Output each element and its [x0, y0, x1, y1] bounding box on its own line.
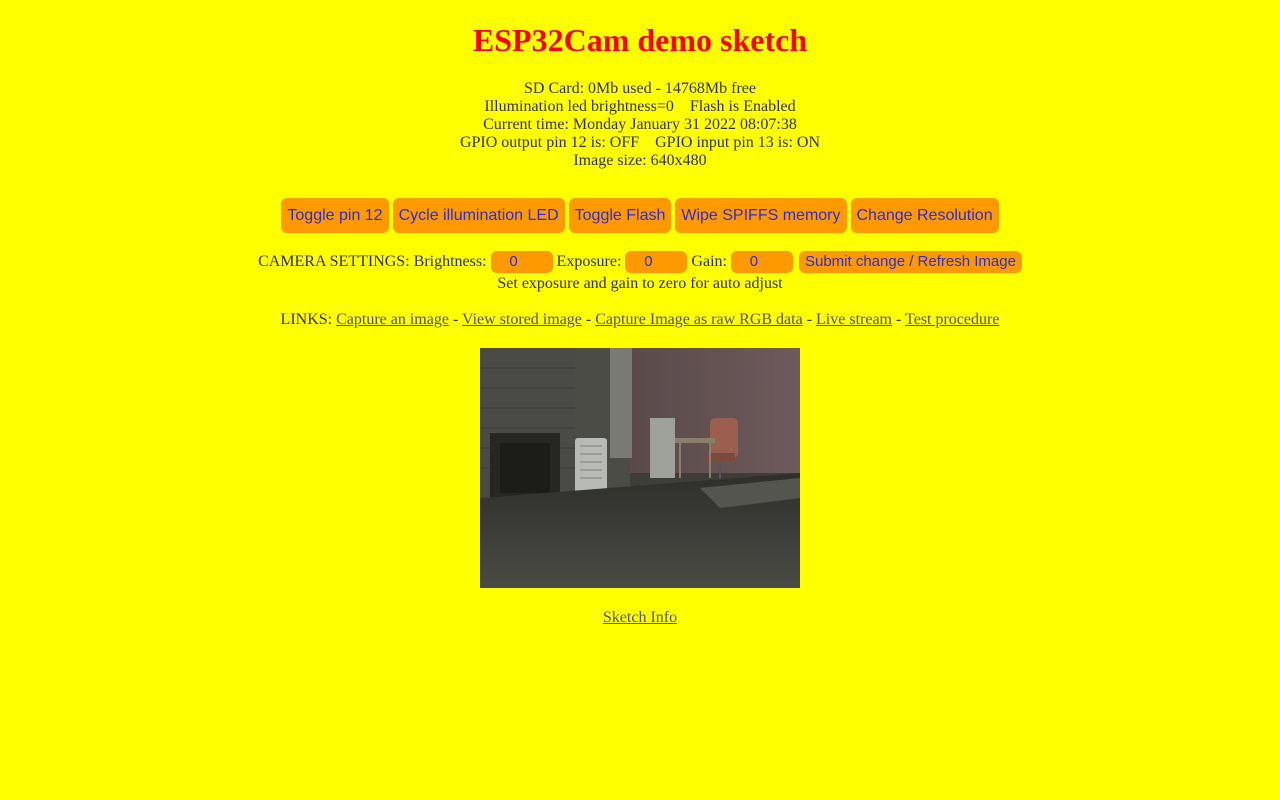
gpio-input-status: GPIO input pin 13 is: ON [655, 134, 821, 151]
image-size: Image size: 640x480 [573, 152, 707, 169]
gain-input[interactable]: 0 [730, 251, 793, 273]
camera-image [480, 348, 800, 588]
toggle-pin-button[interactable]: Toggle pin 12 [281, 198, 389, 233]
camera-settings: CAMERA SETTINGS: Brightness: 0 Exposure:… [0, 251, 1280, 273]
change-resolution-button[interactable]: Change Resolution [850, 198, 999, 233]
brightness-input[interactable]: 0 [490, 251, 553, 273]
auto-adjust-note: Set exposure and gain to zero for auto a… [497, 275, 783, 292]
wipe-spiffs-button[interactable]: Wipe SPIFFS memory [675, 198, 847, 233]
live-stream-link[interactable]: Live stream [816, 311, 892, 328]
exposure-input[interactable]: 0 [625, 251, 688, 273]
current-time: Current time: Monday January 31 2022 08:… [483, 116, 797, 133]
link-separator: - [452, 311, 459, 328]
links-bar: LINKS: Capture an image - View stored im… [0, 311, 1280, 329]
camera-photo-illustration [480, 348, 800, 588]
page: ESP32Cam demo sketch SD Card: 0Mb used -… [0, 0, 1280, 800]
gpio-output-status: GPIO output pin 12 is: OFF [459, 134, 640, 151]
view-stored-image-link[interactable]: View stored image [462, 311, 582, 328]
page-title: ESP32Cam demo sketch [472, 22, 808, 58]
action-buttons: Toggle pin 12 Cycle illumination LED Tog… [0, 198, 1280, 238]
brightness-label: Brightness: [413, 253, 487, 270]
sketch-info: Sketch Info [0, 609, 1280, 627]
gpio-status: GPIO output pin 12 is: OFF GPIO input pin… [0, 134, 1280, 152]
illumination-flash-status: Illumination led brightness=0 Flash is En… [0, 98, 1280, 116]
illumination-status: Illumination led brightness=0 [484, 98, 674, 115]
capture-image-link[interactable]: Capture an image [336, 311, 449, 328]
submit-refresh-button[interactable]: Submit change / Refresh Image [798, 251, 1022, 273]
toggle-flash-button[interactable]: Toggle Flash [568, 198, 672, 233]
links-label: LINKS: [280, 311, 333, 328]
sd-card-status: SD Card: 0Mb used - 14768Mb free [524, 80, 756, 97]
sketch-info-link[interactable]: Sketch Info [603, 609, 677, 626]
flash-status: Flash is Enabled [689, 98, 796, 115]
link-separator: - [896, 311, 902, 328]
test-procedure-link[interactable]: Test procedure [905, 311, 999, 328]
camera-settings-label: CAMERA SETTINGS: [258, 253, 410, 270]
link-separator: - [585, 311, 592, 328]
capture-raw-rgb-link[interactable]: Capture Image as raw RGB data [595, 311, 802, 328]
status-block: SD Card: 0Mb used - 14768Mb free Illumin… [0, 80, 1280, 170]
gain-label: Gain: [691, 253, 727, 270]
cycle-led-button[interactable]: Cycle illumination LED [392, 198, 565, 233]
exposure-label: Exposure: [556, 253, 622, 270]
link-separator: - [806, 311, 813, 328]
